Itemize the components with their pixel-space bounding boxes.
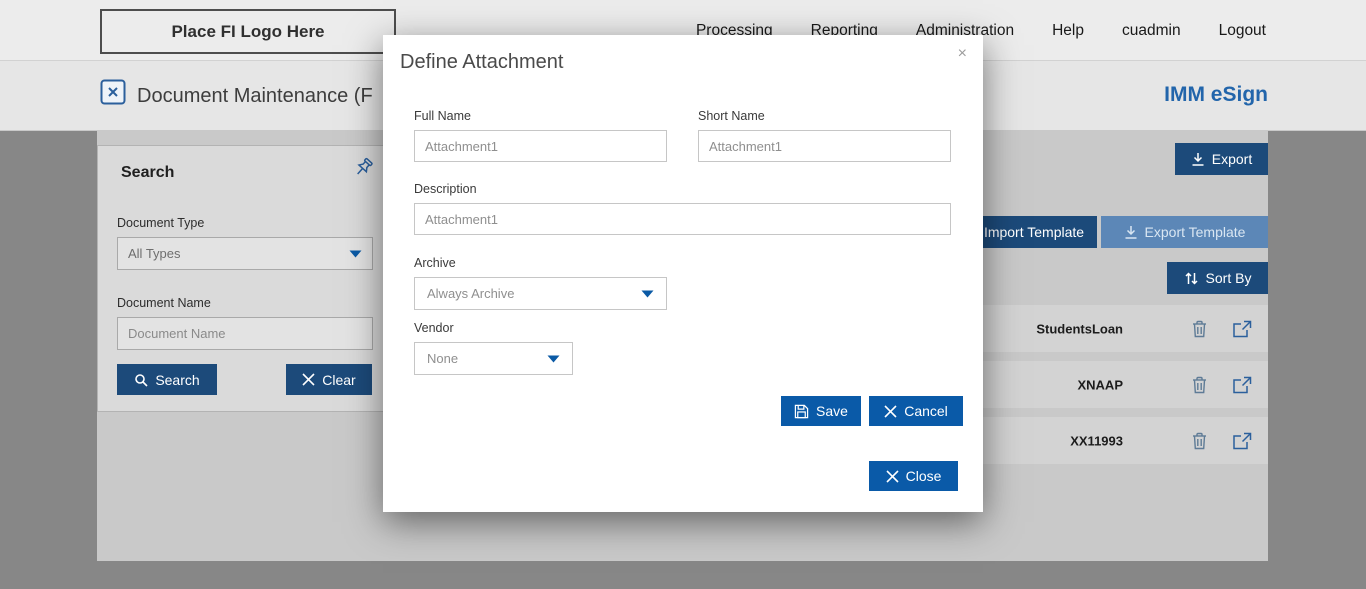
- document-name: XX11993: [1070, 433, 1123, 448]
- search-panel-title: Search: [121, 164, 174, 182]
- sort-by-label: Sort By: [1206, 270, 1252, 286]
- open-external-icon[interactable]: [1232, 376, 1252, 394]
- close-icon[interactable]: ×: [958, 45, 967, 63]
- short-name-input[interactable]: [699, 131, 950, 161]
- document-type-label: Document Type: [117, 216, 204, 230]
- close-button-label: Close: [906, 468, 942, 484]
- sort-arrows-icon: [1184, 271, 1199, 286]
- full-name-label: Full Name: [414, 109, 471, 123]
- save-button-label: Save: [816, 403, 848, 419]
- short-name-label: Short Name: [698, 109, 765, 123]
- description-input[interactable]: [415, 204, 950, 234]
- export-button[interactable]: Export: [1175, 143, 1268, 175]
- download-icon: [1124, 225, 1138, 240]
- delete-icon[interactable]: [1191, 319, 1208, 338]
- dialog-title: Define Attachment: [400, 51, 563, 74]
- chevron-down-icon: [349, 250, 362, 258]
- delete-icon[interactable]: [1191, 431, 1208, 450]
- description-field-wrap: [414, 203, 951, 235]
- brand-logo: IMM eSign: [1164, 83, 1268, 107]
- cancel-button-label: Cancel: [904, 403, 948, 419]
- x-icon: [302, 373, 315, 386]
- define-attachment-dialog: Define Attachment × Full Name Short Name…: [383, 35, 983, 512]
- nav-item-logout[interactable]: Logout: [1219, 22, 1266, 40]
- chevron-down-icon: [547, 355, 560, 363]
- full-name-input[interactable]: [415, 131, 666, 161]
- application-window: Place FI Logo Here Processing Reporting …: [0, 0, 1366, 589]
- cancel-button[interactable]: Cancel: [869, 396, 963, 426]
- document-type-value: All Types: [128, 246, 349, 261]
- delete-icon[interactable]: [1191, 375, 1208, 394]
- page-title: Document Maintenance (F: [137, 85, 373, 108]
- chevron-down-icon: [641, 290, 654, 298]
- search-panel: Search Document Type All Types Document …: [97, 145, 392, 412]
- document-name-input[interactable]: [128, 318, 362, 349]
- description-label: Description: [414, 182, 477, 196]
- clear-button-label: Clear: [322, 372, 355, 388]
- open-external-icon[interactable]: [1232, 320, 1252, 338]
- clear-button[interactable]: Clear: [286, 364, 372, 395]
- nav-item-help[interactable]: Help: [1052, 22, 1084, 40]
- import-template-label: Import Template: [984, 224, 1084, 240]
- search-button[interactable]: Search: [117, 364, 217, 395]
- archive-label: Archive: [414, 256, 456, 270]
- export-template-button[interactable]: Export Template: [1101, 216, 1268, 248]
- open-external-icon[interactable]: [1232, 432, 1252, 450]
- full-name-field-wrap: [414, 130, 667, 162]
- vendor-dropdown[interactable]: None: [414, 342, 573, 375]
- search-button-label: Search: [155, 372, 199, 388]
- search-icon: [134, 373, 148, 387]
- archive-value: Always Archive: [427, 286, 641, 301]
- document-name: XNAAP: [1077, 377, 1123, 392]
- document-name: StudentsLoan: [1036, 321, 1123, 336]
- document-maintenance-icon: [100, 79, 126, 105]
- close-button[interactable]: Close: [869, 461, 958, 491]
- fi-logo[interactable]: Place FI Logo Here: [100, 9, 396, 54]
- sort-by-button[interactable]: Sort By: [1167, 262, 1268, 294]
- vendor-value: None: [427, 351, 547, 366]
- export-button-label: Export: [1212, 151, 1252, 167]
- short-name-field-wrap: [698, 130, 951, 162]
- document-name-label: Document Name: [117, 296, 211, 310]
- document-type-dropdown[interactable]: All Types: [117, 237, 373, 270]
- vendor-label: Vendor: [414, 321, 454, 335]
- nav-item-cuadmin[interactable]: cuadmin: [1122, 22, 1181, 40]
- document-name-field: [117, 317, 373, 350]
- save-button[interactable]: Save: [781, 396, 861, 426]
- save-disk-icon: [794, 404, 809, 419]
- x-icon: [886, 470, 899, 483]
- pin-icon[interactable]: [351, 156, 375, 180]
- download-icon: [1191, 152, 1205, 167]
- archive-dropdown[interactable]: Always Archive: [414, 277, 667, 310]
- x-icon: [884, 405, 897, 418]
- export-template-label: Export Template: [1145, 224, 1246, 240]
